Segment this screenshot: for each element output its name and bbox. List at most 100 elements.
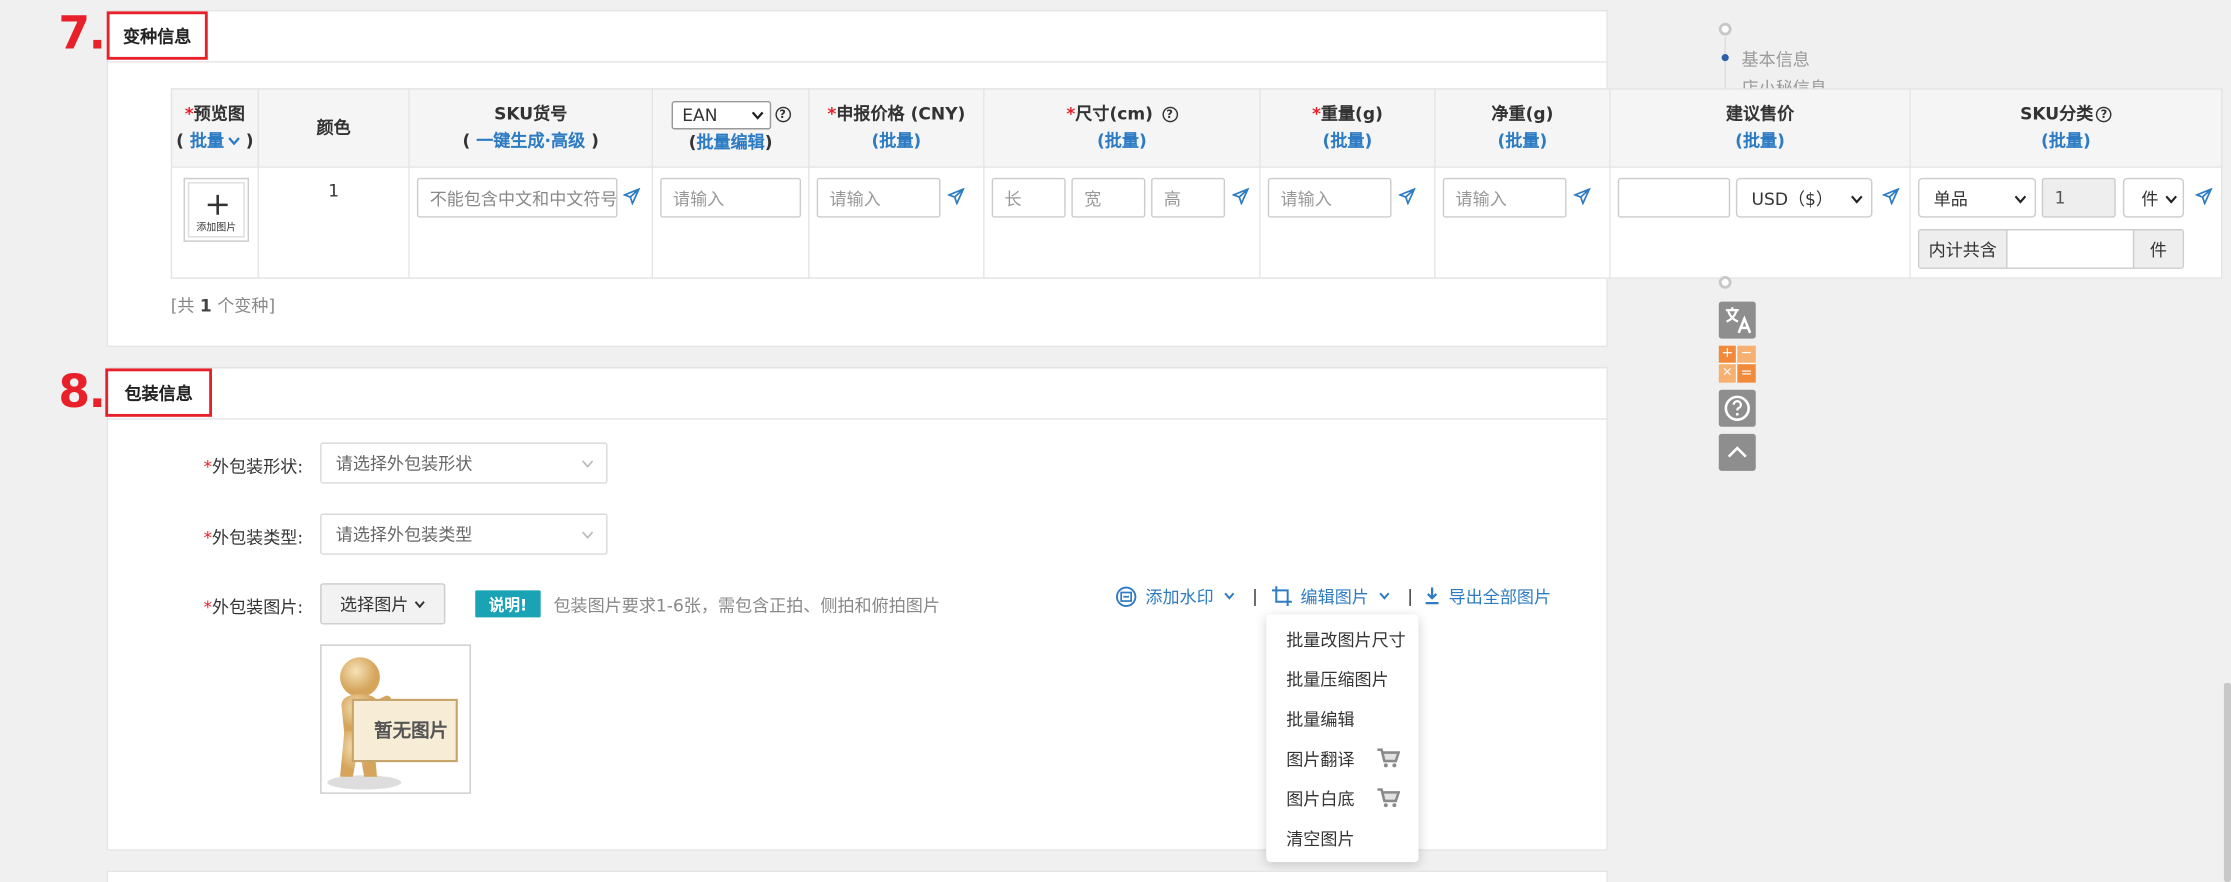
calculator-icon[interactable]: + − × = [1718, 345, 1756, 383]
add-image-button[interactable]: 添加图片 [183, 177, 249, 242]
menu-item-clear-images[interactable]: 清空图片 [1286, 827, 1354, 851]
suggest-price-input[interactable] [1617, 177, 1731, 218]
side-nav-line [1724, 36, 1726, 89]
edit-image-menu: 批量改图片尺寸 批量压缩图片 批量编辑 图片翻译 图片白底 清空图片 [1266, 614, 1419, 863]
add-watermark-button[interactable]: 添加水印 [1115, 584, 1235, 608]
section-7-number: 7. [58, 5, 106, 60]
preview-batch-link[interactable]: ( 批量 ) [176, 128, 253, 155]
price-input[interactable]: 请输入 [816, 177, 941, 218]
sku-input[interactable]: 不能包含中文和中文符号 [416, 177, 618, 218]
chevron-down-icon [1379, 592, 1390, 600]
image-toolbar: 添加水印 | 编辑图片 | 导出全部图片 [1115, 583, 1551, 609]
td-preview: 添加图片 [170, 167, 259, 279]
side-nav-item-basic[interactable]: 基本信息 [1742, 47, 1810, 71]
outer-type-select[interactable]: 请选择外包装类型 [320, 513, 608, 555]
note-text: 包装图片要求1-6张，需包含正拍、侧拍和俯拍图片 [553, 596, 940, 616]
th-weight: *重量(g) (批量) [1260, 88, 1436, 168]
sku-advanced-link[interactable]: 高级 [551, 131, 585, 151]
inner-qty-unit: 件 [2132, 230, 2183, 268]
th-suggested-price: 建议售价 (批量) [1610, 88, 1911, 168]
help-icon[interactable] [1718, 389, 1756, 427]
crop-icon [1272, 586, 1293, 607]
packaging-panel-header [108, 368, 1607, 420]
sku-apply-icon[interactable] [623, 187, 641, 205]
size-apply-icon[interactable] [1232, 187, 1250, 205]
color-value: 1 [328, 180, 340, 201]
sku-qty-input[interactable]: 1 [2041, 177, 2116, 218]
price-batch-link[interactable]: (批量) [871, 128, 921, 155]
weight-batch-link[interactable]: (批量) [1323, 128, 1373, 155]
net-batch-link[interactable]: (批量) [1498, 128, 1548, 155]
watermark-icon [1115, 585, 1137, 607]
th-sku: SKU货号 ( 一键生成·高级 ) [409, 88, 654, 168]
inner-qty-input[interactable] [2007, 230, 2133, 268]
skucat-help-icon[interactable]: ? [2096, 106, 2112, 123]
no-image-text: 暂无图片 [374, 721, 449, 743]
variant-count: [共 1 个变种] [170, 295, 276, 316]
menu-item-batch-resize[interactable]: 批量改图片尺寸 [1286, 627, 1406, 651]
weight-input[interactable]: 请输入 [1267, 177, 1392, 218]
menu-item-white-bg[interactable]: 图片白底 [1286, 787, 1354, 811]
toolbar-separator: | [1407, 586, 1414, 607]
choose-image-button[interactable]: 选择图片 [320, 583, 446, 625]
width-input[interactable]: 宽 [1071, 177, 1146, 218]
toolbar-separator: | [1252, 586, 1258, 607]
side-nav-item-dxm[interactable]: 店小秘信息 [1742, 78, 1827, 88]
sku-generate-link[interactable]: 一键生成 [476, 131, 544, 151]
skucat-batch-link[interactable]: (批量) [2041, 128, 2091, 155]
suggest-apply-icon[interactable] [1882, 187, 1900, 205]
download-icon [1425, 587, 1439, 605]
menu-item-batch-compress[interactable]: 批量压缩图片 [1286, 667, 1388, 691]
net-weight-input[interactable]: 请输入 [1442, 177, 1567, 218]
net-apply-icon[interactable] [1573, 187, 1591, 205]
th-net-weight: 净重(g) (批量) [1435, 88, 1611, 168]
variant-panel-header [108, 11, 1607, 63]
menu-item-batch-edit[interactable]: 批量编辑 [1286, 707, 1354, 731]
side-nav-dot-active[interactable] [1721, 54, 1729, 62]
menu-item-translate[interactable]: 图片翻译 [1286, 747, 1354, 771]
length-input[interactable]: 长 [991, 177, 1066, 218]
suggest-batch-link[interactable]: (批量) [1735, 128, 1785, 155]
no-image-placeholder: 暂无图片 [320, 644, 471, 794]
unit-select[interactable]: 件 [2122, 177, 2185, 218]
th-color: 颜色 [258, 88, 410, 168]
scrollbar-thumb[interactable] [2223, 682, 2231, 882]
side-nav-dot-1[interactable] [1718, 22, 1732, 36]
ean-batch-edit-link[interactable]: (批量编辑) [689, 129, 773, 156]
td-color: 1 [258, 167, 410, 279]
section-7-title: 变种信息 [106, 11, 208, 60]
th-preview: *预览图 ( 批量 ) [170, 88, 259, 168]
outer-image-label: *外包装图片: [203, 597, 304, 618]
th-ean: EAN ? (批量编辑) [653, 88, 810, 168]
outer-shape-label: *外包装形状: [203, 456, 304, 477]
th-price: *申报价格 (CNY) (批量) [809, 88, 985, 168]
height-input[interactable]: 高 [1151, 177, 1226, 218]
currency-select[interactable]: USD（$） [1735, 177, 1873, 218]
th-size: *尺寸(cm) ? (批量) [984, 88, 1261, 168]
page-scaled: 7. 变种信息 *预览图 ( 批量 ) 颜色 SKU货号 ( 一键生成·高级 )… [0, 0, 2231, 882]
back-to-top-icon[interactable] [1718, 433, 1756, 471]
edit-image-button[interactable]: 编辑图片 [1272, 584, 1390, 608]
sku-type-select[interactable]: 单品 [1917, 177, 2037, 218]
side-nav-dot-bottom[interactable] [1718, 275, 1732, 289]
ean-select[interactable]: EAN [670, 100, 771, 129]
ean-help-icon[interactable]: ? [774, 106, 791, 123]
ean-input[interactable]: 请输入 [660, 177, 802, 218]
price-apply-icon[interactable] [947, 187, 965, 205]
inner-qty-group: 内计共含 件 [1917, 229, 2185, 269]
inner-qty-label: 内计共含 [1919, 230, 2008, 268]
outer-shape-select[interactable]: 请选择外包装形状 [320, 442, 608, 484]
size-help-icon[interactable]: ? [1161, 106, 1178, 123]
skucat-apply-icon[interactable] [2195, 187, 2213, 205]
outer-type-label: *外包装类型: [203, 527, 304, 548]
section-8-number: 8. [58, 364, 106, 419]
translate-icon[interactable] [1718, 301, 1756, 339]
next-panel [106, 870, 1608, 882]
size-batch-link[interactable]: (批量) [1097, 128, 1147, 155]
export-all-images-button[interactable]: 导出全部图片 [1424, 584, 1551, 608]
chevron-down-icon [414, 600, 425, 608]
th-sku-category: SKU分类? (批量) [1910, 88, 2223, 168]
weight-apply-icon[interactable] [1398, 187, 1416, 205]
cart-icon [1377, 748, 1401, 768]
chevron-down-icon [1224, 592, 1235, 600]
